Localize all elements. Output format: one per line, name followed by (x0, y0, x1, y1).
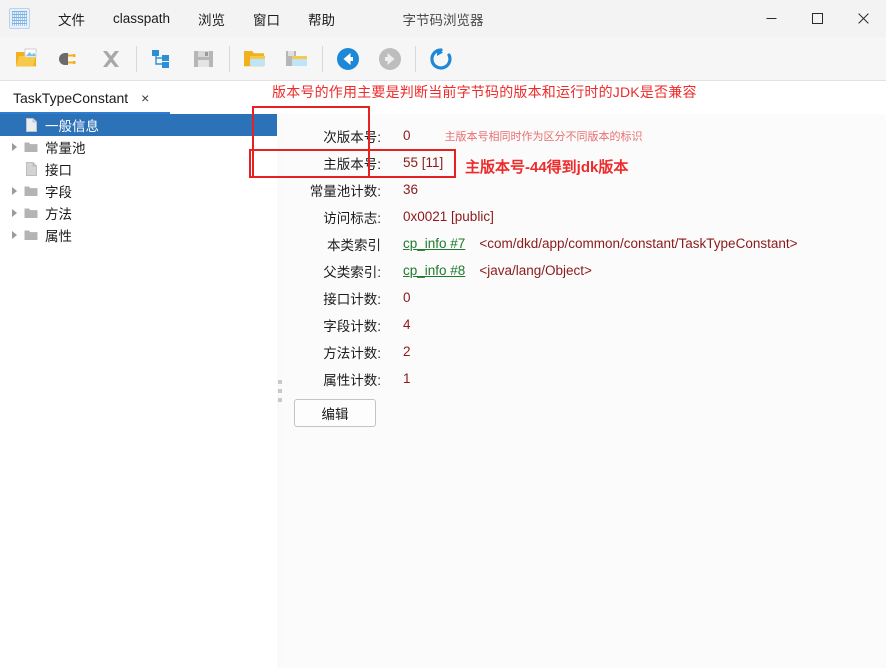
minor-version-note: 主版本号相同时作为区分不同版本的标识 (444, 130, 643, 143)
cp-info-link-7[interactable]: cp_info #7 (403, 236, 465, 251)
toolbar-separator (229, 45, 230, 72)
page-icon (22, 161, 40, 177)
tree-structure-icon[interactable] (141, 40, 183, 78)
toolbar (0, 37, 886, 81)
tree-item-label: 常量池 (45, 141, 86, 156)
application-window: 文件 classpath 浏览 窗口 帮助 字节码浏览器 TaskTypeCon… (0, 0, 886, 668)
chevron-right-icon[interactable] (6, 205, 22, 221)
row-this-class-index: 本类索引 cp_info #7 <com/dkd/app/common/cons… (283, 230, 886, 257)
tab-close-icon[interactable]: × (137, 90, 153, 106)
save-window-icon[interactable] (276, 40, 318, 78)
menu-item-help[interactable]: 帮助 (297, 5, 346, 33)
folder-icon (22, 205, 40, 221)
open-file-icon[interactable] (6, 40, 48, 78)
tree-item-general-info[interactable]: 一般信息 (0, 114, 277, 136)
row-minor-version: 次版本号: 0 主版本号相同时作为区分不同版本的标识 (283, 122, 886, 149)
row-super-class-index: 父类索引: cp_info #8 <java/lang/Object> (283, 257, 886, 284)
row-attributes-count: 属性计数: 1 (283, 365, 886, 392)
tree-item-fields[interactable]: 字段 (0, 180, 277, 202)
row-value: 0 (403, 128, 411, 143)
reload-icon[interactable] (420, 40, 462, 78)
row-value: 4 (403, 317, 411, 332)
tree-item-label: 方法 (45, 207, 72, 222)
menu-item-window[interactable]: 窗口 (242, 5, 291, 33)
chevron-right-icon[interactable] (6, 183, 22, 199)
minimize-icon[interactable] (748, 0, 794, 37)
cp-info-link-8[interactable]: cp_info #8 (403, 263, 465, 278)
row-access-flags: 访问标志: 0x0021 [public] (283, 203, 886, 230)
tree-item-attributes[interactable]: 属性 (0, 224, 277, 246)
row-value: 0 (403, 290, 411, 305)
class-structure-tree[interactable]: 一般信息 常量池 接口 字段 方法 属性 (0, 114, 278, 668)
chevron-right-icon[interactable] (6, 227, 22, 243)
close-x-icon (90, 40, 132, 78)
tree-item-label: 接口 (45, 163, 72, 178)
forward-arrow-icon (369, 40, 411, 78)
row-label: 父类索引: (323, 264, 381, 280)
menu-item-classpath[interactable]: classpath (102, 7, 181, 30)
twisty-placeholder (6, 161, 22, 177)
tree-item-methods[interactable]: 方法 (0, 202, 277, 224)
window-controls (748, 0, 886, 37)
title-bar: 文件 classpath 浏览 窗口 帮助 字节码浏览器 (0, 0, 886, 38)
row-label: 访问标志: (323, 210, 381, 226)
maximize-icon[interactable] (794, 0, 840, 37)
open-folder-window-icon[interactable] (234, 40, 276, 78)
row-label: 常量池计数: (309, 183, 381, 199)
super-class-descriptor: <java/lang/Object> (479, 263, 592, 278)
save-icon (183, 40, 225, 78)
tree-item-constant-pool[interactable]: 常量池 (0, 136, 277, 158)
back-arrow-icon[interactable] (327, 40, 369, 78)
edit-button[interactable]: 编辑 (294, 399, 376, 427)
row-label: 字段计数: (323, 318, 381, 334)
content-area: 一般信息 常量池 接口 字段 方法 属性 次版本号: 0 主版本号相同时作为区分… (0, 114, 886, 668)
menu-item-file[interactable]: 文件 (47, 5, 96, 33)
row-interfaces-count: 接口计数: 0 (283, 284, 886, 311)
toolbar-separator (136, 45, 137, 72)
row-value: 0x0021 [public] (403, 209, 494, 224)
toolbar-separator (322, 45, 323, 72)
folder-icon (22, 183, 40, 199)
row-fields-count: 字段计数: 4 (283, 311, 886, 338)
row-label: 接口计数: (323, 291, 381, 307)
row-label: 本类索引 (327, 237, 381, 253)
general-info-panel: 次版本号: 0 主版本号相同时作为区分不同版本的标识 主版本号: 55 [11]… (283, 114, 886, 668)
annotation-version-purpose: 版本号的作用主要是判断当前字节码的版本和运行时的JDK是否兼容 (272, 84, 697, 100)
page-icon (22, 117, 40, 133)
menu-bar: 文件 classpath 浏览 窗口 帮助 (44, 0, 349, 37)
row-label: 方法计数: (323, 345, 381, 361)
row-value: 36 (403, 182, 419, 197)
menu-item-browse[interactable]: 浏览 (187, 5, 236, 33)
tab-tasktypeconstant[interactable]: TaskTypeConstant × (0, 81, 170, 114)
chevron-right-icon[interactable] (6, 139, 22, 155)
row-label: 属性计数: (323, 372, 381, 388)
barcode-icon (9, 8, 30, 29)
row-methods-count: 方法计数: 2 (283, 338, 886, 365)
annotation-box-major-version (249, 149, 456, 178)
tab-label: TaskTypeConstant (13, 89, 129, 106)
splitter-grip-icon (278, 380, 282, 402)
annotation-major-version: 主版本号-44得到jdk版本 (465, 159, 629, 176)
tree-item-label: 字段 (45, 185, 72, 200)
tree-item-interfaces[interactable]: 接口 (0, 158, 277, 180)
this-class-descriptor: <com/dkd/app/common/constant/TaskTypeCon… (479, 236, 798, 251)
row-value: 2 (403, 344, 411, 359)
tree-item-label: 属性 (45, 229, 72, 244)
row-value: 1 (403, 371, 411, 386)
twisty-placeholder (6, 117, 22, 133)
close-icon[interactable] (840, 0, 886, 37)
folder-icon (22, 139, 40, 155)
row-constant-pool-count: 常量池计数: 36 (283, 176, 886, 203)
plug-connect-icon[interactable] (48, 40, 90, 78)
folder-icon (22, 227, 40, 243)
toolbar-separator (415, 45, 416, 72)
tree-item-label: 一般信息 (45, 119, 99, 134)
